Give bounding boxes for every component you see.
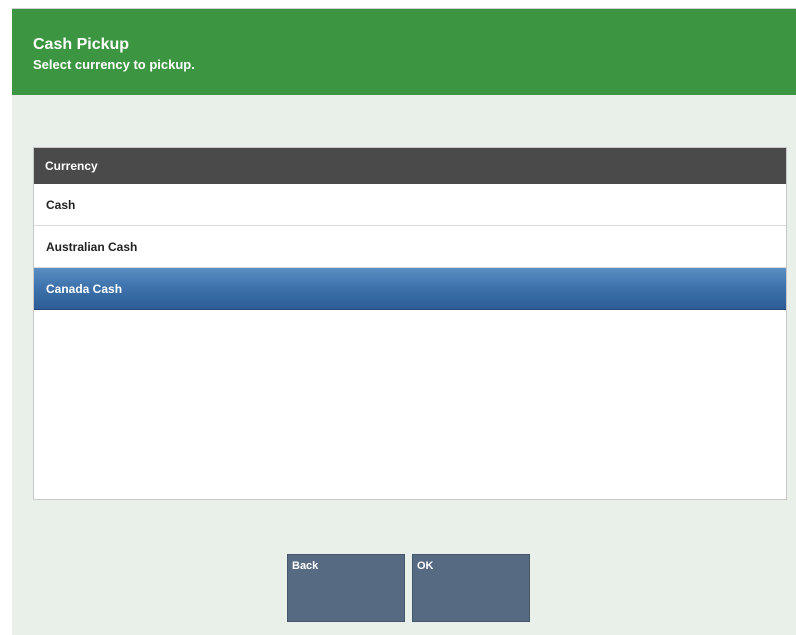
page-title: Cash Pickup xyxy=(33,36,130,53)
page-instruction: Select currency to pickup. xyxy=(33,57,195,72)
list-item-australian-cash[interactable]: Australian Cash xyxy=(34,226,786,268)
ok-button[interactable]: OK xyxy=(412,554,530,622)
title-bar: Cash Pickup Select currency to pickup. xyxy=(12,9,796,95)
list-item-canada-cash[interactable]: Canada Cash xyxy=(34,268,786,310)
currency-list: Currency Cash Australian Cash Canada Cas… xyxy=(33,147,787,500)
currency-column-header: Currency xyxy=(34,148,786,184)
back-button[interactable]: Back xyxy=(287,554,405,622)
app-window: Cash Pickup Select currency to pickup. C… xyxy=(12,8,796,635)
list-item-cash[interactable]: Cash xyxy=(34,184,786,226)
